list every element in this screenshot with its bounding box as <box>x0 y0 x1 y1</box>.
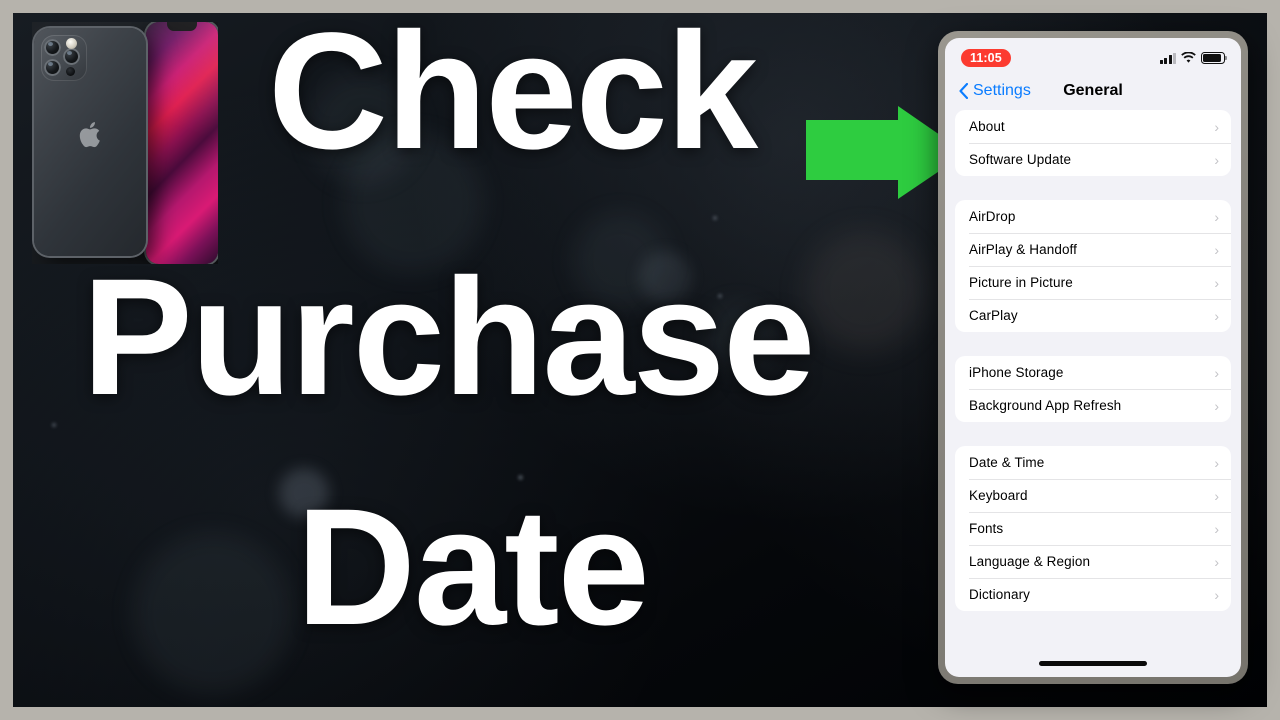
settings-row-label: AirPlay & Handoff <box>969 242 1078 257</box>
camera-bump <box>41 35 87 81</box>
settings-row-dictionary[interactable]: Dictionary › <box>955 578 1231 611</box>
chevron-right-icon: › <box>1214 307 1219 324</box>
settings-row-language-region[interactable]: Language & Region › <box>955 545 1231 578</box>
settings-row-label: Background App Refresh <box>969 398 1122 413</box>
settings-row-label: Language & Region <box>969 554 1091 569</box>
chevron-left-icon <box>959 83 968 99</box>
bokeh-speck <box>713 216 717 220</box>
back-button-label: Settings <box>973 82 1031 99</box>
settings-row-background-app-refresh[interactable]: Background App Refresh › <box>955 389 1231 422</box>
chevron-right-icon: › <box>1214 397 1219 414</box>
settings-row-picture-in-picture[interactable]: Picture in Picture › <box>955 266 1231 299</box>
settings-row-airplay-handoff[interactable]: AirPlay & Handoff › <box>955 233 1231 266</box>
settings-group: iPhone Storage › Background App Refresh › <box>955 356 1231 422</box>
phone-device-frame: 11:05 Settings General About › Software … <box>938 31 1248 684</box>
battery-icon <box>1201 52 1228 64</box>
apple-logo-icon <box>79 122 100 148</box>
settings-row-label: About <box>969 119 1005 134</box>
settings-row-iphone-storage[interactable]: iPhone Storage › <box>955 356 1231 389</box>
phone-screen: 11:05 Settings General About › Software … <box>945 38 1241 677</box>
settings-row-airdrop[interactable]: AirDrop › <box>955 200 1231 233</box>
iphone-back-panel <box>34 28 146 256</box>
chevron-right-icon: › <box>1214 586 1219 603</box>
settings-row-label: Fonts <box>969 521 1004 536</box>
settings-group: About › Software Update › <box>955 110 1231 176</box>
camera-lens-icon <box>44 59 61 76</box>
status-time-badge: 11:05 <box>961 49 1011 67</box>
settings-row-software-update[interactable]: Software Update › <box>955 143 1231 176</box>
bokeh-circle <box>133 533 293 693</box>
back-button[interactable]: Settings <box>959 82 1031 100</box>
settings-row-label: iPhone Storage <box>969 365 1064 380</box>
bokeh-circle <box>805 231 925 351</box>
settings-row-label: CarPlay <box>969 308 1018 323</box>
chevron-right-icon: › <box>1214 487 1219 504</box>
headline-line-2: Purchase <box>82 245 815 430</box>
navigation-bar: Settings General <box>945 72 1241 110</box>
settings-row-label: Keyboard <box>969 488 1028 503</box>
chevron-right-icon: › <box>1214 151 1219 168</box>
camera-lens-icon <box>44 39 61 56</box>
flash-icon <box>66 38 77 49</box>
chevron-right-icon: › <box>1214 241 1219 258</box>
chevron-right-icon: › <box>1214 274 1219 291</box>
camera-lens-icon <box>63 48 80 65</box>
thumbnail-canvas: Check Purchase Date 11:05 Settings Gener… <box>0 0 1280 720</box>
settings-row-label: AirDrop <box>969 209 1016 224</box>
chevron-right-icon: › <box>1214 520 1219 537</box>
status-bar: 11:05 <box>945 38 1241 72</box>
settings-row-label: Date & Time <box>969 455 1045 470</box>
headline-line-3: Date <box>296 475 650 660</box>
lidar-sensor-icon <box>66 67 75 76</box>
wifi-icon <box>1181 52 1196 63</box>
status-icons <box>1159 52 1228 64</box>
chevron-right-icon: › <box>1214 553 1219 570</box>
settings-row-date-time[interactable]: Date & Time › <box>955 446 1231 479</box>
settings-row-about[interactable]: About › <box>955 110 1231 143</box>
settings-row-label: Picture in Picture <box>969 275 1073 290</box>
cellular-signal-icon <box>1159 52 1176 64</box>
chevron-right-icon: › <box>1214 364 1219 381</box>
chevron-right-icon: › <box>1214 208 1219 225</box>
chevron-right-icon: › <box>1214 118 1219 135</box>
chevron-right-icon: › <box>1214 454 1219 471</box>
headline-line-1: Check <box>268 0 758 184</box>
settings-row-carplay[interactable]: CarPlay › <box>955 299 1231 332</box>
settings-row-keyboard[interactable]: Keyboard › <box>955 479 1231 512</box>
settings-group: Date & Time › Keyboard › Fonts › Language & Re… <box>955 446 1231 611</box>
iphone-product-photo <box>32 22 218 264</box>
settings-row-label: Software Update <box>969 152 1072 167</box>
bokeh-speck <box>52 423 56 427</box>
settings-row-fonts[interactable]: Fonts › <box>955 512 1231 545</box>
iphone-front-display <box>146 22 218 264</box>
home-indicator <box>1039 661 1147 666</box>
settings-row-label: Dictionary <box>969 587 1031 602</box>
settings-group: AirDrop › AirPlay & Handoff › Picture in Pic… <box>955 200 1231 332</box>
settings-list: About › Software Update › AirDrop › AirPlay & … <box>945 110 1241 611</box>
